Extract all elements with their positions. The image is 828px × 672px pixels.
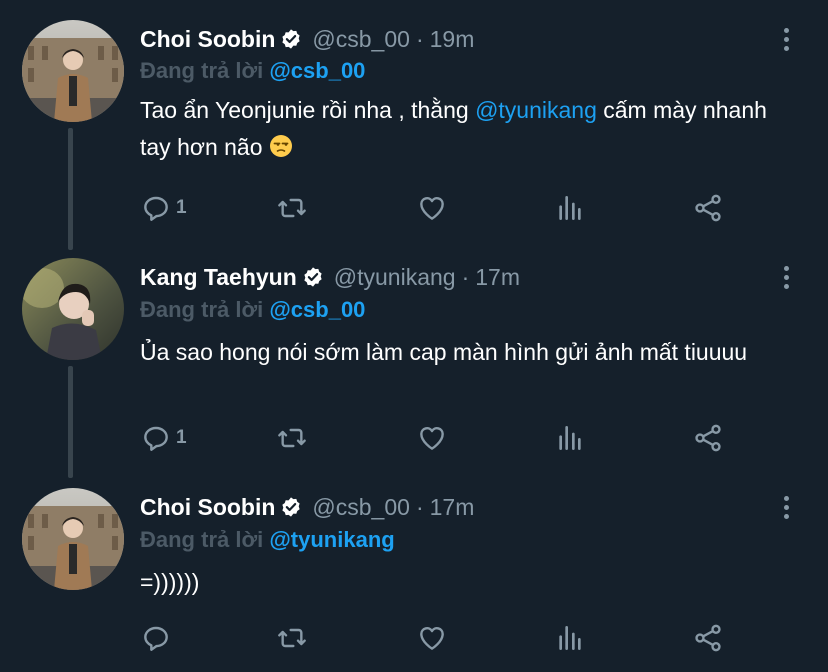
tweet-text: Ủa sao hong nói sớm làm cap màn hình gửi…	[140, 339, 748, 365]
verified-badge-icon	[302, 266, 324, 288]
avatar[interactable]	[22, 20, 124, 122]
tweet-actions: 1	[140, 190, 780, 226]
tweet-actions: 1	[140, 420, 780, 456]
reply-button[interactable]: 1	[140, 190, 187, 226]
tweet-actions	[140, 620, 780, 656]
separator-dot: ·	[415, 493, 424, 520]
tweet-header: Choi Soobin @csb_00 · 19m	[140, 22, 474, 56]
display-name[interactable]: Choi Soobin	[140, 494, 275, 521]
tweet-text: =))))))	[140, 569, 200, 595]
share-icon	[695, 194, 721, 222]
tweet-header: Choi Soobin @csb_00 · 17m	[140, 490, 474, 524]
tweet-header: Kang Taehyun @tyunikang · 17m	[140, 260, 520, 294]
timestamp[interactable]: 19m	[430, 26, 475, 53]
analytics-button[interactable]	[554, 620, 586, 656]
retweet-icon	[278, 628, 306, 648]
retweet-button[interactable]	[276, 420, 308, 456]
retweet-button[interactable]	[276, 190, 308, 226]
share-button[interactable]	[692, 620, 724, 656]
share-button[interactable]	[692, 420, 724, 456]
share-button[interactable]	[692, 190, 724, 226]
unamused-emoji-icon	[269, 132, 293, 169]
reply-icon	[144, 426, 168, 451]
retweet-icon	[278, 198, 306, 218]
replying-prefix: Đang trả lời	[140, 297, 264, 322]
tweet[interactable]: Choi Soobin @csb_00 · 19m Đang trả lời @…	[0, 0, 828, 250]
handle[interactable]: @csb_00	[312, 26, 410, 53]
share-icon	[695, 624, 721, 652]
mention-link[interactable]: @tyunikang	[475, 97, 597, 123]
tweet[interactable]: Kang Taehyun @tyunikang · 17m Đang trả l…	[0, 240, 828, 480]
handle[interactable]: @tyunikang	[334, 264, 456, 291]
more-icon[interactable]	[778, 492, 794, 522]
like-icon	[420, 427, 444, 450]
tweet-text: Tao ẩn Yeonjunie rồi nha , thằng @tyunik…	[140, 92, 800, 169]
replying-to: Đang trả lời @tyunikang	[140, 527, 395, 553]
display-name[interactable]: Kang Taehyun	[140, 264, 297, 291]
share-icon	[695, 424, 721, 452]
reply-button[interactable]	[140, 620, 172, 656]
replying-prefix: Đang trả lời	[140, 58, 264, 83]
more-icon[interactable]	[778, 262, 794, 292]
replying-to: Đang trả lời @csb_00	[140, 297, 365, 323]
handle[interactable]: @csb_00	[312, 494, 410, 521]
like-button[interactable]	[416, 190, 448, 226]
reply-icon	[144, 196, 168, 221]
timestamp[interactable]: 17m	[475, 264, 520, 291]
avatar[interactable]	[22, 488, 124, 590]
like-button[interactable]	[416, 620, 448, 656]
replying-prefix: Đang trả lời	[140, 527, 264, 552]
retweet-icon	[278, 428, 306, 448]
replying-mention[interactable]: @csb_00	[269, 297, 365, 322]
analytics-button[interactable]	[554, 420, 586, 456]
tweet[interactable]: Choi Soobin @csb_00 · 17m Đang trả lời @…	[0, 470, 828, 672]
reply-count: 1	[176, 197, 187, 218]
analytics-icon	[559, 196, 581, 220]
separator-dot: ·	[415, 25, 424, 52]
like-icon	[420, 627, 444, 650]
reply-icon	[144, 626, 168, 651]
retweet-button[interactable]	[276, 620, 308, 656]
replying-mention[interactable]: @csb_00	[269, 58, 365, 83]
replying-mention[interactable]: @tyunikang	[269, 527, 394, 552]
verified-badge-icon	[280, 496, 302, 518]
reply-count: 1	[176, 427, 187, 448]
like-button[interactable]	[416, 420, 448, 456]
analytics-button[interactable]	[554, 190, 586, 226]
display-name[interactable]: Choi Soobin	[140, 26, 275, 53]
avatar[interactable]	[22, 258, 124, 360]
timestamp[interactable]: 17m	[430, 494, 475, 521]
separator-dot: ·	[461, 263, 470, 290]
analytics-icon	[559, 426, 581, 450]
tweet-text-part: Tao ẩn Yeonjunie rồi nha , thằng	[140, 97, 476, 123]
analytics-icon	[559, 626, 581, 650]
verified-badge-icon	[280, 28, 302, 50]
more-icon[interactable]	[778, 24, 794, 54]
like-icon	[420, 197, 444, 220]
reply-button[interactable]: 1	[140, 420, 187, 456]
replying-to: Đang trả lời @csb_00	[140, 58, 365, 84]
